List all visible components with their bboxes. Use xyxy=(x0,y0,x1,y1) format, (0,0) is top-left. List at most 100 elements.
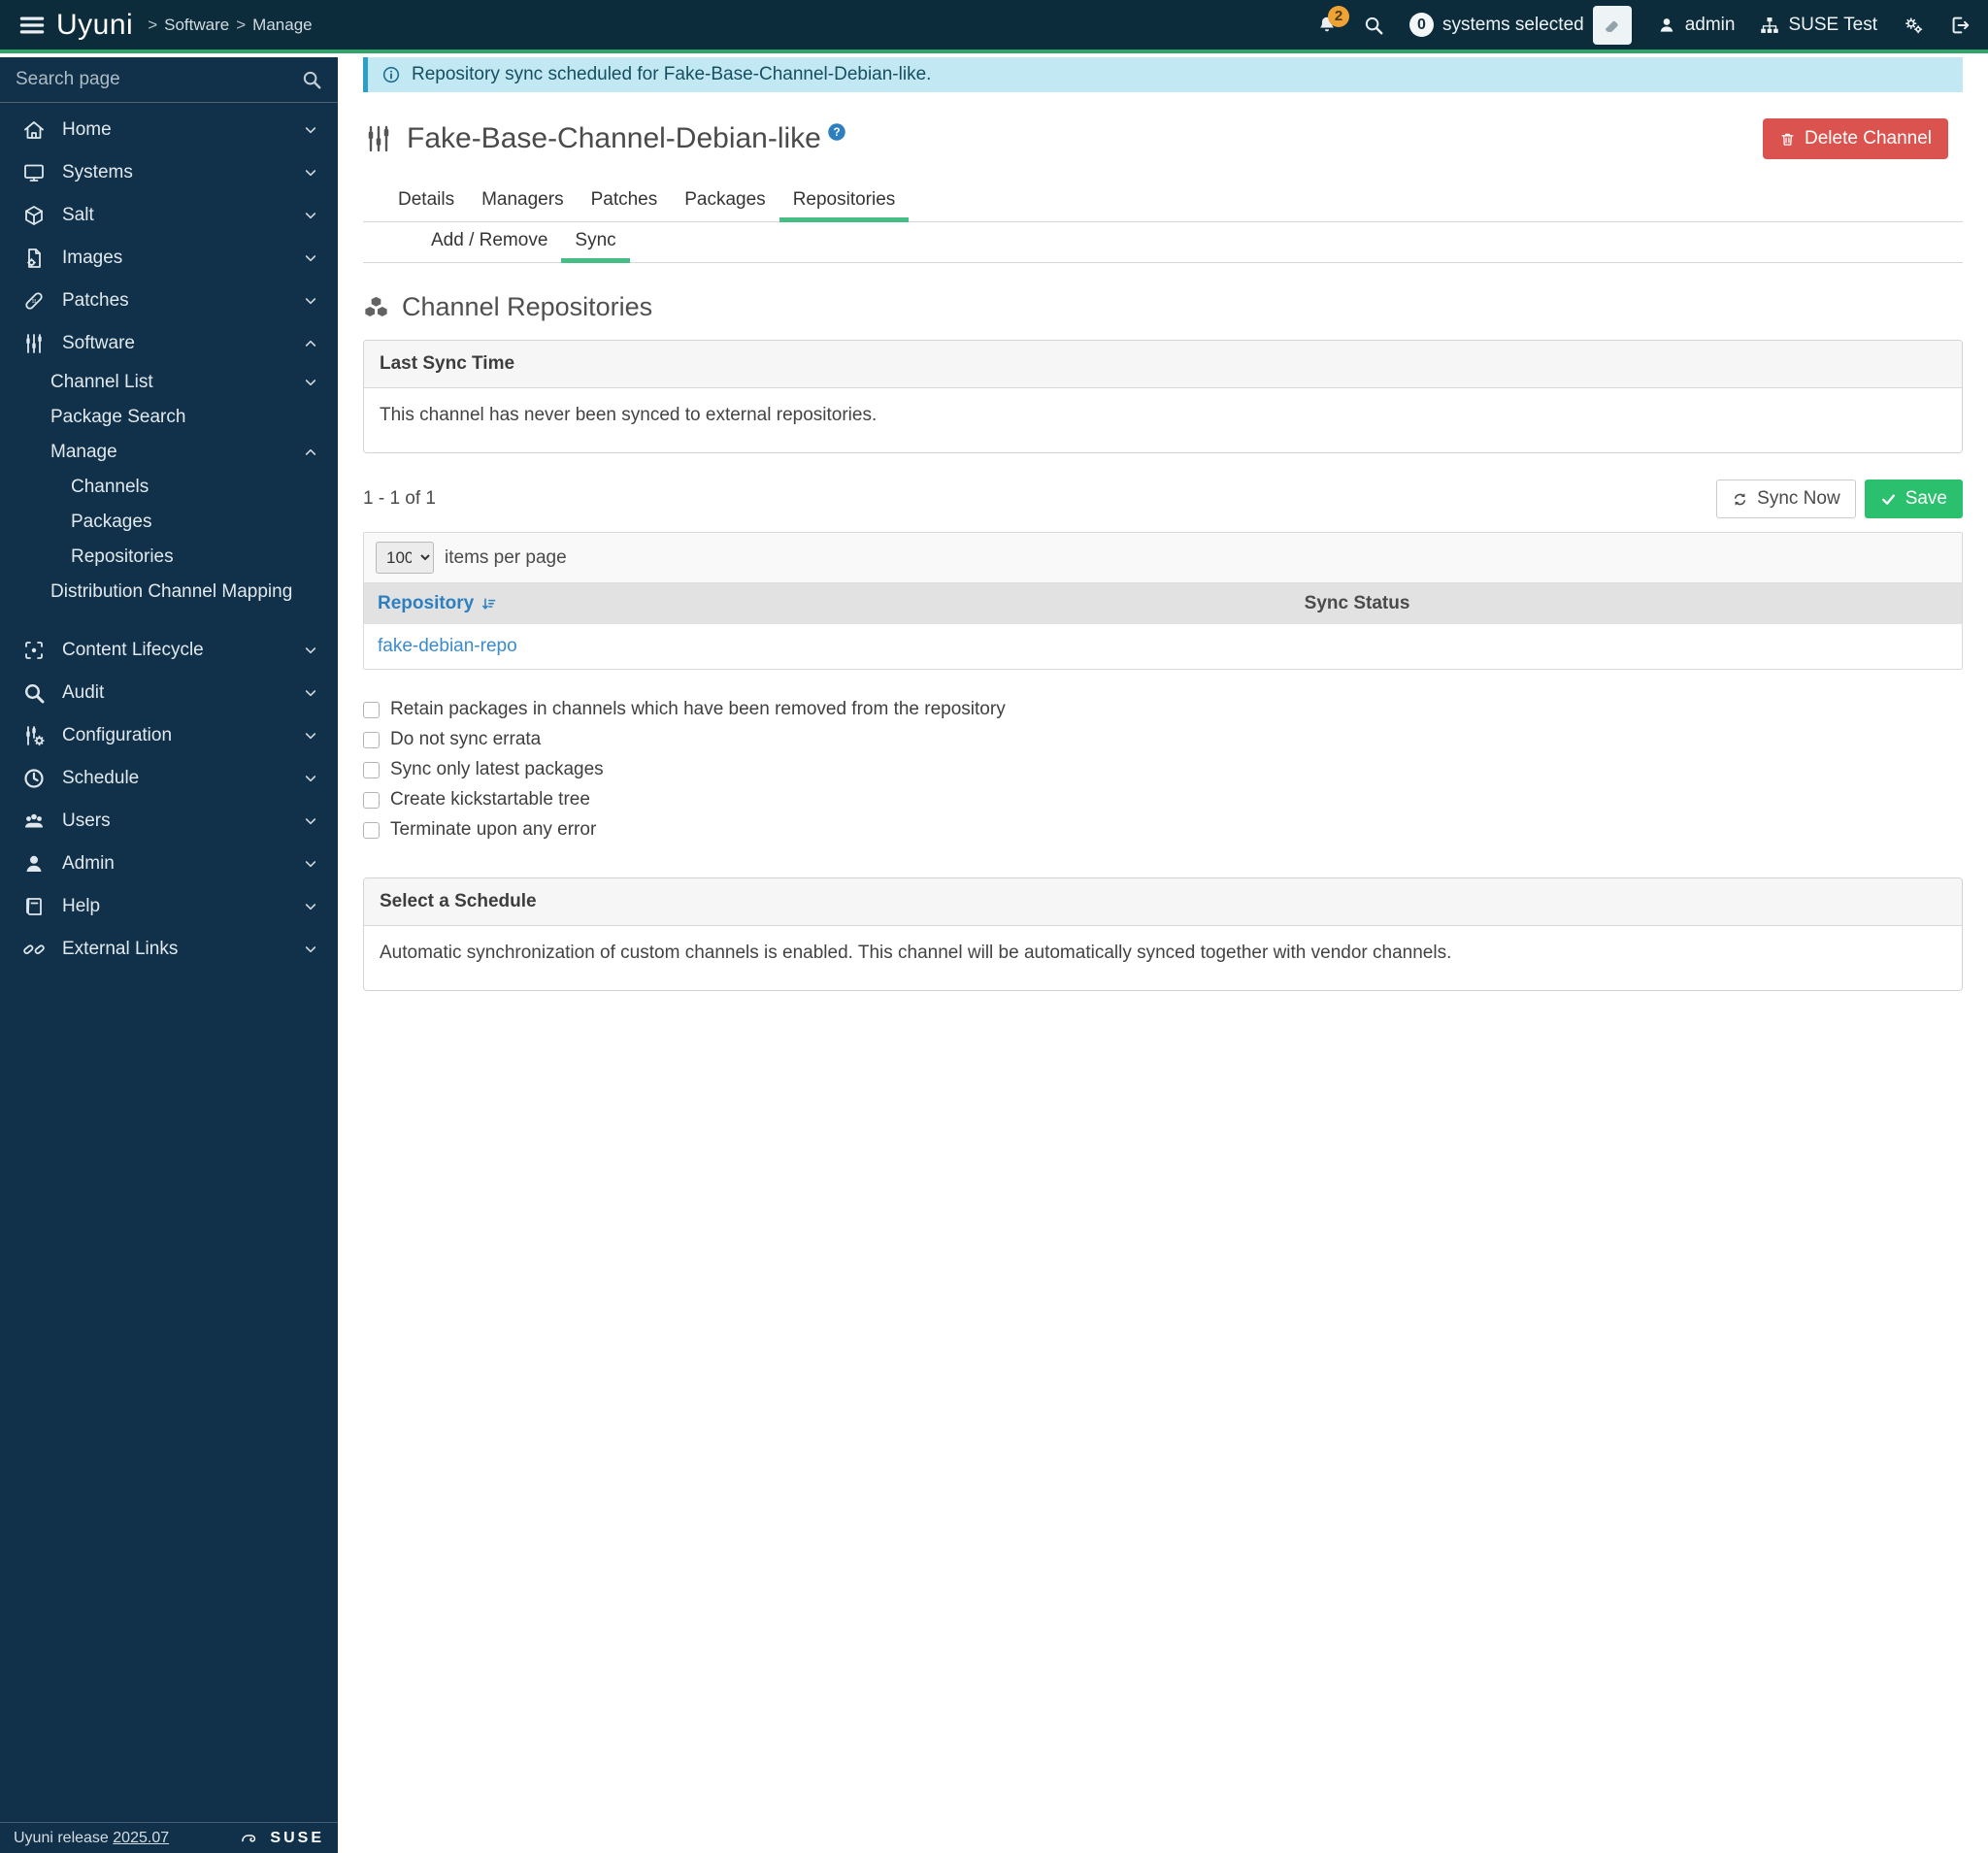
delete-channel-label: Delete Channel xyxy=(1805,128,1932,149)
chevron-down-icon xyxy=(303,856,318,872)
sign-out-icon[interactable] xyxy=(1949,15,1971,36)
checkbox-row-do-not-sync-errata: Do not sync errata xyxy=(363,729,1963,750)
sidebar-item-manage[interactable]: Manage xyxy=(0,435,338,470)
checkbox-create-kickstartable-tree[interactable] xyxy=(363,791,380,809)
chevron-down-icon xyxy=(303,813,318,829)
help-icon[interactable]: ? xyxy=(827,122,846,142)
sidebar-item-images[interactable]: Images xyxy=(0,237,338,280)
sidebar-item-help[interactable]: Help xyxy=(0,885,338,928)
sidebar-item-label: External Links xyxy=(62,939,179,959)
sidebar-item-salt[interactable]: Salt xyxy=(0,194,338,237)
sidebar-item-label: Repositories xyxy=(71,546,174,567)
checkbox-row-terminate-upon-any-error: Terminate upon any error xyxy=(363,819,1963,841)
sync-now-button[interactable]: Sync Now xyxy=(1716,480,1856,518)
items-per-page-select[interactable]: 100 xyxy=(376,542,434,574)
save-button[interactable]: Save xyxy=(1864,480,1963,518)
sidebar: Home Systems Salt Images Patches Software Chan… xyxy=(0,57,338,1853)
check-icon xyxy=(1880,491,1897,508)
sidebar-item-label: Manage xyxy=(50,442,117,462)
notifications-count-badge: 2 xyxy=(1327,5,1349,27)
subtab-sync[interactable]: Sync xyxy=(561,222,630,263)
sidebar-item-label: Packages xyxy=(71,512,152,532)
sidebar-footer: Uyuni release 2025.07 SUSE xyxy=(0,1822,338,1853)
checkbox-do-not-sync-errata[interactable] xyxy=(363,731,380,748)
delete-channel-button[interactable]: Delete Channel xyxy=(1763,118,1948,159)
release-version-link[interactable]: 2025.07 xyxy=(113,1830,169,1846)
sidebar-item-channel-list[interactable]: Channel List xyxy=(0,365,338,400)
checkbox-sync-only-latest-packages[interactable] xyxy=(363,761,380,778)
sidebar-item-patches[interactable]: Patches xyxy=(0,280,338,322)
topbar-actions: 2 0 systems selected admin SUSE Test xyxy=(1316,5,1971,45)
preferences-gears-icon[interactable] xyxy=(1903,15,1924,36)
repositories-table: Repository Sync Status fake-debian-repo xyxy=(364,583,1962,669)
sidebar-item-packages[interactable]: Packages xyxy=(0,505,338,540)
last-sync-panel-body: This channel has never been synced to ex… xyxy=(380,405,878,425)
sidebar-item-label: Systems xyxy=(62,162,133,182)
tab-repositories[interactable]: Repositories xyxy=(779,182,910,222)
checkbox-retain-packages-in-channels-wh[interactable] xyxy=(363,701,380,718)
last-sync-panel-title: Last Sync Time xyxy=(364,341,1962,388)
software-icon xyxy=(21,332,47,355)
sidebar-item-software[interactable]: Software xyxy=(0,322,338,365)
chevron-down-icon xyxy=(303,643,318,658)
chevron-down-icon xyxy=(303,165,318,181)
sidebar-item-external-links[interactable]: External Links xyxy=(0,928,338,971)
repository-cell: fake-debian-repo xyxy=(364,624,1291,669)
checkbox-label: Retain packages in channels which have b… xyxy=(390,699,1006,719)
tab-managers[interactable]: Managers xyxy=(468,182,578,222)
sidebar-item-users[interactable]: Users xyxy=(0,800,338,843)
sync-options: Retain packages in channels which have b… xyxy=(363,699,1963,841)
sort-amount-icon xyxy=(480,596,497,612)
sidebar-item-systems[interactable]: Systems xyxy=(0,151,338,194)
notifications-bell-icon[interactable]: 2 xyxy=(1316,5,1349,36)
tab-packages[interactable]: Packages xyxy=(671,182,779,222)
sidebar-item-repositories[interactable]: Repositories xyxy=(0,540,338,575)
organization-menu[interactable]: SUSE Test xyxy=(1760,15,1877,36)
help-icon xyxy=(21,895,47,918)
sidebar-item-admin[interactable]: Admin xyxy=(0,843,338,885)
checkbox-label: Terminate upon any error xyxy=(390,819,597,840)
chevron-up-icon xyxy=(303,445,318,460)
clear-selection-button[interactable] xyxy=(1592,5,1632,45)
tab-patches[interactable]: Patches xyxy=(578,182,672,222)
search-icon[interactable] xyxy=(1363,15,1384,36)
checkbox-row-sync-only-latest-packages: Sync only latest packages xyxy=(363,759,1963,780)
sidebar-item-audit[interactable]: Audit xyxy=(0,672,338,714)
repository-sort-link[interactable]: Repository xyxy=(378,593,497,614)
brand-logo[interactable]: Uyuni xyxy=(56,9,133,42)
search-icon[interactable] xyxy=(301,69,322,90)
chevron-down-icon xyxy=(303,375,318,390)
menu-toggle-icon[interactable] xyxy=(17,11,47,40)
images-icon xyxy=(21,247,47,270)
sidebar-item-home[interactable]: Home xyxy=(0,109,338,151)
systems-selected-group: 0 systems selected xyxy=(1408,5,1632,45)
chevron-down-icon xyxy=(303,942,318,957)
sidebar-item-package-search[interactable]: Package Search xyxy=(0,400,338,435)
repository-link[interactable]: fake-debian-repo xyxy=(378,636,517,656)
subtab-add-remove[interactable]: Add / Remove xyxy=(417,222,561,263)
pagination-info: 1 - 1 of 1 xyxy=(363,488,436,509)
tab-details[interactable]: Details xyxy=(384,182,468,222)
chevron-down-icon xyxy=(303,771,318,786)
sidebar-item-distribution-channel-mapping[interactable]: Distribution Channel Mapping xyxy=(0,575,338,610)
breadcrumb-item-software[interactable]: Software xyxy=(141,16,229,35)
audit-icon xyxy=(21,681,47,705)
topbar: Uyuni Software Manage 2 0 systems select… xyxy=(0,0,1988,53)
breadcrumb-item-manage[interactable]: Manage xyxy=(229,16,312,35)
main-content: Repository sync scheduled for Fake-Base-… xyxy=(338,57,1988,991)
refresh-icon xyxy=(1732,491,1748,508)
sidebar-item-content-lifecycle[interactable]: Content Lifecycle xyxy=(0,629,338,672)
search-input[interactable] xyxy=(16,69,297,90)
sidebar-item-configuration[interactable]: Configuration xyxy=(0,714,338,757)
schedule-panel: Select a Schedule Automatic synchronizat… xyxy=(363,877,1963,991)
channel-icon xyxy=(363,123,394,154)
user-menu[interactable]: admin xyxy=(1657,15,1735,36)
sync-now-label: Sync Now xyxy=(1757,488,1840,509)
chevron-up-icon xyxy=(303,336,318,351)
sidebar-item-channels[interactable]: Channels xyxy=(0,470,338,505)
sidebar-item-schedule[interactable]: Schedule xyxy=(0,757,338,800)
chevron-down-icon xyxy=(303,293,318,309)
svg-text:?: ? xyxy=(833,126,840,139)
sidebar-item-label: Images xyxy=(62,248,123,268)
checkbox-terminate-upon-any-error[interactable] xyxy=(363,821,380,839)
